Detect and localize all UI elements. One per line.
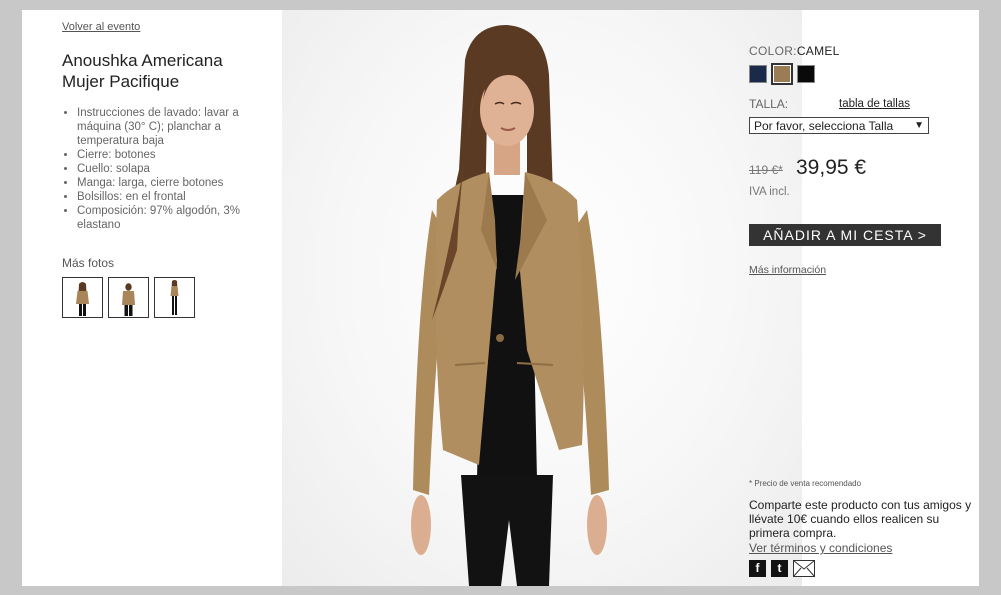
size-label: TALLA: bbox=[749, 97, 789, 111]
product-model-image bbox=[411, 25, 609, 586]
dropdown-arrow-icon: ▼ bbox=[914, 120, 924, 131]
more-photos-label: Más fotos bbox=[62, 256, 115, 270]
product-title: Anoushka Americana Mujer Pacifique bbox=[62, 50, 262, 92]
swatch-navy[interactable] bbox=[749, 65, 767, 83]
thumbnail-strip bbox=[62, 277, 195, 318]
share-promo-text: Comparte este producto con tus amigos y … bbox=[749, 498, 972, 540]
swatch-camel[interactable] bbox=[771, 63, 793, 85]
feature-item: Cuello: solapa bbox=[77, 162, 277, 176]
terms-link[interactable]: Ver términos y condiciones bbox=[749, 541, 892, 555]
thumbnail-full[interactable] bbox=[154, 277, 195, 318]
tax-note: IVA incl. bbox=[749, 186, 790, 198]
size-select-value: Por favor, selecciona Talla bbox=[754, 119, 894, 133]
color-label: COLOR:CAMEL bbox=[749, 44, 840, 58]
color-label-text: COLOR: bbox=[749, 44, 797, 58]
product-title-line2: Mujer Pacifique bbox=[62, 72, 180, 91]
feature-item: Manga: larga, cierre botones bbox=[77, 176, 277, 190]
add-to-cart-button[interactable]: AÑADIR A MI CESTA > bbox=[749, 224, 941, 246]
facebook-icon[interactable]: f bbox=[749, 560, 766, 577]
social-share-bar: f t bbox=[749, 560, 815, 577]
product-title-line1: Anoushka Americana bbox=[62, 51, 223, 70]
sale-price: 39,95 € bbox=[796, 156, 867, 179]
twitter-icon[interactable]: t bbox=[771, 560, 788, 577]
email-icon[interactable] bbox=[793, 560, 815, 577]
rrp-footnote: * Precio de venta recomendado bbox=[749, 479, 862, 488]
swatch-black[interactable] bbox=[797, 65, 815, 83]
feature-item: Instrucciones de lavado: lavar a máquina… bbox=[77, 106, 277, 148]
feature-item: Composición: 97% algodón, 3% elastano bbox=[77, 204, 277, 232]
feature-item: Bolsillos: en el frontal bbox=[77, 190, 277, 204]
color-swatches bbox=[749, 63, 815, 85]
more-info-link[interactable]: Más información bbox=[749, 264, 826, 276]
back-to-event-link[interactable]: Volver al evento bbox=[62, 21, 140, 33]
size-select[interactable]: Por favor, selecciona Talla ▼ bbox=[749, 117, 929, 134]
size-table-link[interactable]: tabla de tallas bbox=[839, 98, 910, 110]
product-page: Volver al evento Anoushka Americana Muje… bbox=[22, 10, 979, 586]
original-price: 119 €* bbox=[749, 163, 783, 177]
feature-item: Cierre: botones bbox=[77, 148, 277, 162]
thumbnail-front[interactable] bbox=[62, 277, 103, 318]
thumbnail-back[interactable] bbox=[108, 277, 149, 318]
color-value: CAMEL bbox=[796, 44, 840, 58]
feature-list: Instrucciones de lavado: lavar a máquina… bbox=[62, 106, 277, 232]
